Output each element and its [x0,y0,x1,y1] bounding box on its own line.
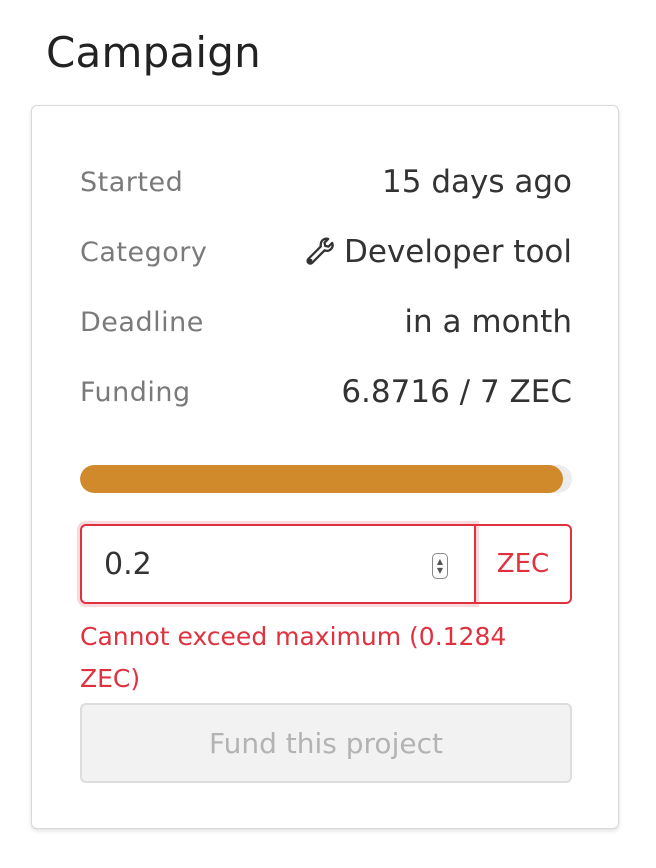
contribution-input-group: 0.2 ▲ ▼ ZEC [80,524,572,604]
amount-value: 0.2 [104,546,152,582]
category-value-wrap: Developer tool [300,234,572,270]
number-stepper-icon[interactable]: ▲ ▼ [432,553,448,579]
fund-project-button[interactable]: Fund this project [80,703,572,783]
funding-row: Funding 6.8716 / 7 ZEC [80,372,572,412]
started-label: Started [80,166,184,198]
started-value: 15 days ago [382,164,572,200]
amount-error-message: Cannot exceed maximum (0.1284 ZEC) [80,622,507,693]
campaign-page: Campaign Started 15 days ago Category De… [0,0,656,868]
deadline-value: in a month [404,304,572,340]
funding-progress-fill [80,465,563,493]
deadline-row: Deadline in a month [80,302,572,342]
funding-value: 6.8716 / 7 ZEC [341,374,572,410]
category-value: Developer tool [344,234,572,270]
wrench-icon [300,235,334,269]
amount-input[interactable]: 0.2 ▲ ▼ [80,524,476,604]
currency-unit-addon: ZEC [476,524,572,604]
category-label: Category [80,236,208,268]
started-row: Started 15 days ago [80,162,572,202]
page-title: Campaign [46,28,261,77]
deadline-label: Deadline [80,306,204,338]
category-row: Category Developer tool [80,232,572,272]
funding-progress-bar [80,465,572,493]
funding-label: Funding [80,376,191,408]
campaign-card: Started 15 days ago Category Developer t… [31,105,619,829]
